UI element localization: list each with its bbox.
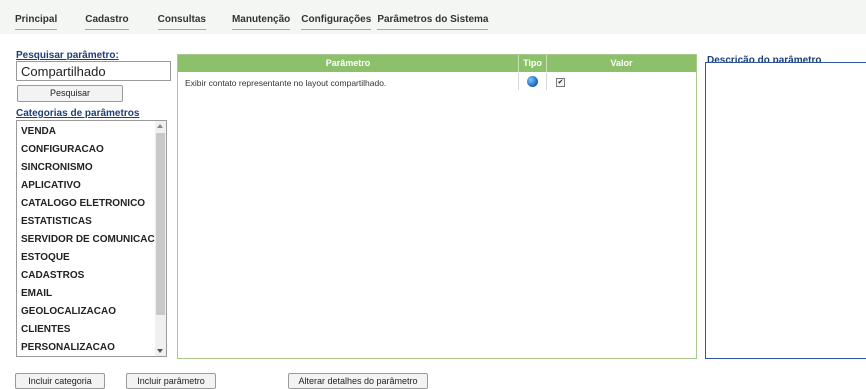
nav-consultas[interactable]: Consultas	[157, 14, 206, 30]
category-email[interactable]: EMAIL	[21, 288, 52, 299]
nav-configuracoes[interactable]: Configurações	[301, 14, 372, 30]
column-valor[interactable]: Valor	[547, 55, 696, 72]
search-label: Pesquisar parâmetro:	[16, 50, 119, 61]
category-geolocalizacao[interactable]: GEOLOCALIZACAO	[21, 306, 116, 317]
search-button[interactable]: Pesquisar	[17, 85, 123, 102]
description-panel[interactable]	[705, 62, 866, 359]
cell-divider	[518, 73, 519, 90]
nav-cadastro[interactable]: Cadastro	[85, 14, 129, 30]
category-sincronismo[interactable]: SINCRONISMO	[21, 162, 93, 173]
categories-label: Categorias de parâmetros	[16, 108, 140, 119]
category-servidor-comunicacao[interactable]: SERVIDOR DE COMUNICACAO	[21, 234, 166, 245]
parameters-grid: Parâmetro Tipo Valor Exibir contato repr…	[177, 54, 697, 359]
column-tipo[interactable]: Tipo	[519, 55, 546, 72]
top-navigation-bar: Principal Cadastro Consultas Manutenção …	[0, 0, 866, 34]
category-aplicativo[interactable]: APLICATIVO	[21, 180, 81, 191]
category-personalizacao[interactable]: PERSONALIZACAO	[21, 342, 115, 353]
scroll-down-icon[interactable]	[157, 349, 163, 353]
category-catalogo-eletronico[interactable]: CATALOGO ELETRONICO	[21, 198, 145, 209]
categories-scrollbar[interactable]	[155, 121, 166, 356]
category-venda[interactable]: VENDA	[21, 126, 56, 137]
main-menu: Principal Cadastro Consultas Manutenção …	[15, 14, 499, 30]
nav-parametros-sistema[interactable]: Parâmetros do Sistema	[377, 14, 489, 30]
scroll-up-icon[interactable]	[157, 124, 163, 128]
category-clientes[interactable]: CLIENTES	[21, 324, 70, 335]
column-parametro[interactable]: Parâmetro	[178, 55, 518, 72]
category-estatisticas[interactable]: ESTATISTICAS	[21, 216, 92, 227]
parameter-name-cell: Exibir contato representante no layout c…	[185, 78, 387, 88]
category-configuracao[interactable]: CONFIGURACAO	[21, 144, 104, 155]
grid-header: Parâmetro Tipo Valor	[178, 55, 696, 72]
nav-principal[interactable]: Principal	[15, 14, 58, 30]
scroll-thumb[interactable]	[156, 133, 165, 315]
category-cadastros[interactable]: CADASTROS	[21, 270, 84, 281]
cell-divider	[546, 73, 547, 90]
search-input[interactable]	[16, 61, 171, 81]
categories-list[interactable]: VENDA CONFIGURACAO SINCRONISMO APLICATIV…	[16, 120, 167, 357]
globe-icon[interactable]	[527, 76, 538, 87]
nav-manutencao[interactable]: Manutenção	[231, 14, 291, 30]
category-estoque[interactable]: ESTOQUE	[21, 252, 70, 263]
value-checkbox[interactable]: ✔	[556, 78, 565, 87]
